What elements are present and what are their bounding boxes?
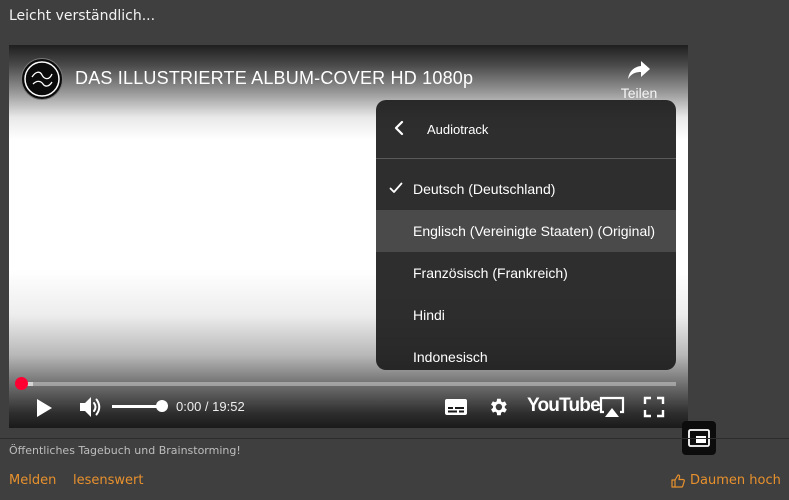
divider: [0, 438, 789, 439]
chevron-left-icon[interactable]: [392, 120, 406, 136]
audiotrack-item-englisch[interactable]: Englisch (Vereinigte Staaten) (Original): [376, 210, 676, 252]
share-arrow-icon: [628, 61, 650, 79]
gear-icon: [491, 398, 507, 416]
control-bar: 0:00 / 19:52 YouTube: [9, 390, 688, 428]
airplay-button[interactable]: [598, 395, 626, 419]
fullscreen-button[interactable]: [643, 396, 665, 418]
audiotrack-item-label: Deutsch (Deutschland): [413, 181, 556, 197]
report-link[interactable]: Melden: [9, 473, 56, 488]
worth-reading-link[interactable]: lesenswert: [73, 473, 143, 488]
audiotrack-item-label: Englisch (Vereinigte Staaten) (Original): [413, 223, 656, 239]
subtitles-button[interactable]: [444, 397, 468, 417]
settings-button[interactable]: [487, 396, 509, 418]
thumbs-up-icon: [671, 473, 685, 488]
share-label: Teilen: [620, 85, 658, 101]
share-button[interactable]: Teilen: [609, 59, 669, 101]
play-icon: [37, 399, 52, 417]
audiotrack-item-label: Indonesisch: [413, 349, 488, 365]
mute-button[interactable]: [78, 395, 104, 419]
audiotrack-menu: Audiotrack Deutsch (Deutschland) Englisc…: [376, 100, 676, 370]
audiotrack-list: Deutsch (Deutschland) Englisch (Vereinig…: [376, 168, 676, 370]
video-player[interactable]: DAS ILLUSTRIERTE ALBUM-COVER HD 1080p Te…: [9, 45, 688, 428]
audiotrack-item-franzoesisch[interactable]: Französisch (Frankreich): [376, 252, 676, 294]
time-display: 0:00 / 19:52: [176, 399, 245, 414]
channel-avatar[interactable]: [21, 58, 63, 100]
audiotrack-menu-header[interactable]: Audiotrack: [376, 100, 676, 159]
fullscreen-icon: [643, 396, 665, 418]
audiotrack-menu-title: Audiotrack: [427, 122, 489, 137]
thumbs-up-label: Daumen hoch: [690, 473, 781, 488]
audiotrack-item-deutsch[interactable]: Deutsch (Deutschland): [376, 168, 676, 210]
thumbs-up-button[interactable]: Daumen hoch: [671, 473, 781, 488]
check-icon: [389, 182, 403, 193]
volume-icon: [80, 397, 101, 417]
footnote: Öffentliches Tagebuch und Brainstorming!: [9, 444, 241, 457]
airplay-icon: [599, 396, 625, 417]
subtitles-icon: [445, 399, 467, 415]
play-button[interactable]: [35, 398, 53, 418]
progress-bar[interactable]: [17, 382, 676, 386]
progress-scrubber[interactable]: [15, 377, 28, 390]
volume-slider[interactable]: [112, 405, 162, 408]
youtube-logo[interactable]: YouTube: [527, 395, 601, 417]
volume-knob[interactable]: [156, 400, 168, 412]
audiotrack-item-indonesisch[interactable]: Indonesisch: [376, 336, 676, 370]
channel-logo-icon: [24, 61, 60, 97]
audiotrack-item-label: Französisch (Frankreich): [413, 265, 568, 281]
video-title[interactable]: DAS ILLUSTRIERTE ALBUM-COVER HD 1080p: [75, 68, 473, 89]
audiotrack-item-hindi[interactable]: Hindi: [376, 294, 676, 336]
intro-text: Leicht verständlich...: [9, 8, 156, 24]
audiotrack-item-label: Hindi: [413, 307, 445, 323]
